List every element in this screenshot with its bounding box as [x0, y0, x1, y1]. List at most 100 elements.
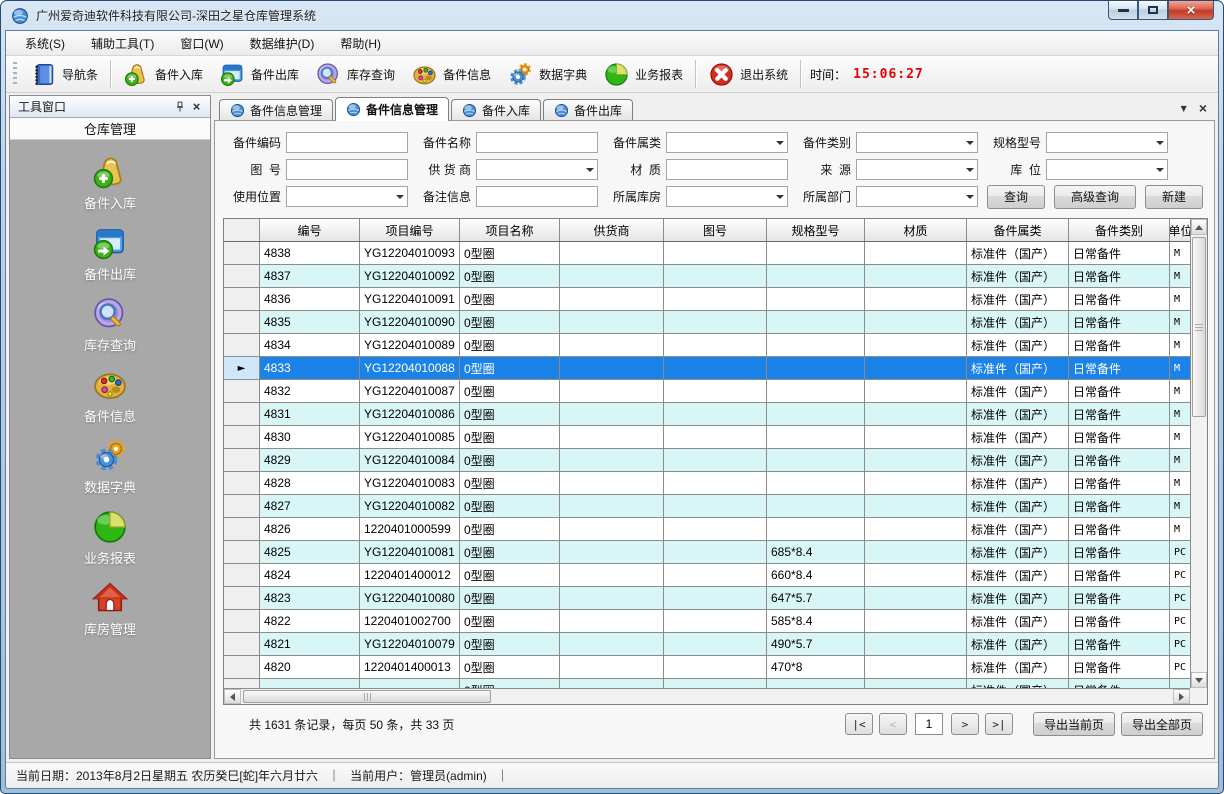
- table-cell[interactable]: [560, 587, 664, 609]
- table-cell[interactable]: [664, 242, 767, 264]
- export-current-page-button[interactable]: 导出当前页: [1033, 712, 1115, 736]
- table-cell[interactable]: [664, 495, 767, 517]
- toolbar-button-gears[interactable]: 数据字典: [499, 59, 595, 90]
- table-cell[interactable]: PC: [1170, 587, 1192, 609]
- table-cell[interactable]: M: [1170, 357, 1192, 379]
- table-cell[interactable]: [767, 426, 865, 448]
- table-cell[interactable]: 标准件（国产）: [967, 288, 1069, 310]
- menu-item[interactable]: 辅助工具(T): [80, 32, 165, 55]
- table-cell[interactable]: [560, 426, 664, 448]
- table-row[interactable]: 4823YG122040100800型圈647*5.7标准件（国产）日常备件PC: [224, 587, 1207, 610]
- table-cell[interactable]: [560, 380, 664, 402]
- tab-0[interactable]: 备件信息管理: [219, 99, 333, 121]
- table-cell[interactable]: 标准件（国产）: [967, 357, 1069, 379]
- combo-field[interactable]: [856, 132, 978, 153]
- minimize-button[interactable]: [1108, 1, 1138, 20]
- query-button[interactable]: 查询: [987, 185, 1045, 209]
- table-row[interactable]: 482612204010005990型圈标准件（国产）日常备件M: [224, 518, 1207, 541]
- table-cell[interactable]: YG12204010089: [360, 334, 460, 356]
- table-cell[interactable]: [560, 564, 664, 586]
- combo-field[interactable]: [1046, 132, 1168, 153]
- table-cell[interactable]: [767, 288, 865, 310]
- table-cell[interactable]: [560, 610, 664, 632]
- table-cell[interactable]: [865, 288, 967, 310]
- table-row[interactable]: 4827YG122040100820型圈标准件（国产）日常备件M: [224, 495, 1207, 518]
- column-header[interactable]: 备件类别: [1069, 219, 1170, 241]
- table-cell[interactable]: [560, 265, 664, 287]
- table-cell[interactable]: 490*5.7: [767, 633, 865, 655]
- table-cell[interactable]: 0型圈: [460, 288, 560, 310]
- table-cell[interactable]: 0型圈: [460, 518, 560, 540]
- table-cell[interactable]: YG12204010093: [360, 242, 460, 264]
- table-cell[interactable]: [560, 288, 664, 310]
- table-cell[interactable]: M: [1170, 311, 1192, 333]
- table-cell[interactable]: [865, 587, 967, 609]
- table-cell[interactable]: [865, 564, 967, 586]
- panel-close-icon[interactable]: ×: [188, 99, 205, 115]
- table-cell[interactable]: [767, 334, 865, 356]
- table-cell[interactable]: YG12204010086: [360, 403, 460, 425]
- table-cell[interactable]: 日常备件: [1069, 610, 1170, 632]
- table-cell[interactable]: 标准件（国产）: [967, 518, 1069, 540]
- sidebar-item-house[interactable]: 库房管理: [84, 579, 136, 638]
- table-cell[interactable]: YG12204010083: [360, 472, 460, 494]
- table-cell[interactable]: 4830: [260, 426, 360, 448]
- table-cell[interactable]: 4832: [260, 380, 360, 402]
- table-cell[interactable]: 4826: [260, 518, 360, 540]
- table-cell[interactable]: [664, 518, 767, 540]
- table-cell[interactable]: M: [1170, 449, 1192, 471]
- table-cell[interactable]: [865, 656, 967, 678]
- table-cell[interactable]: 4823: [260, 587, 360, 609]
- table-cell[interactable]: YG12204010081: [360, 541, 460, 563]
- table-cell[interactable]: 日常备件: [1069, 357, 1170, 379]
- table-cell[interactable]: 4825: [260, 541, 360, 563]
- table-row[interactable]: 4829YG122040100840型圈标准件（国产）日常备件M: [224, 449, 1207, 472]
- table-cell[interactable]: 标准件（国产）: [967, 587, 1069, 609]
- table-cell[interactable]: 685*8.4: [767, 541, 865, 563]
- vertical-scroll-thumb[interactable]: [1192, 237, 1206, 417]
- table-cell[interactable]: 0型圈: [460, 449, 560, 471]
- table-cell[interactable]: 标准件（国产）: [967, 656, 1069, 678]
- table-cell[interactable]: 0型圈: [460, 656, 560, 678]
- table-row[interactable]: 482012204014000130型圈470*8标准件（国产）日常备件PC: [224, 656, 1207, 679]
- table-cell[interactable]: YG12204010080: [360, 587, 460, 609]
- column-header[interactable]: 编号: [260, 219, 360, 241]
- table-cell[interactable]: YG12204010092: [360, 265, 460, 287]
- table-cell[interactable]: [865, 518, 967, 540]
- table-row[interactable]: 4830YG122040100850型圈标准件（国产）日常备件M: [224, 426, 1207, 449]
- combo-field[interactable]: [286, 186, 408, 207]
- table-cell[interactable]: [664, 403, 767, 425]
- table-row[interactable]: 4835YG122040100900型圈标准件（国产）日常备件M: [224, 311, 1207, 334]
- table-cell[interactable]: 日常备件: [1069, 495, 1170, 517]
- table-cell[interactable]: PC: [1170, 656, 1192, 678]
- table-cell[interactable]: 标准件（国产）: [967, 426, 1069, 448]
- table-cell[interactable]: [767, 311, 865, 333]
- table-row[interactable]: 482412204014000120型圈660*8.4标准件（国产）日常备件PC: [224, 564, 1207, 587]
- combo-field[interactable]: [476, 159, 598, 180]
- table-cell[interactable]: [865, 610, 967, 632]
- close-button[interactable]: ×: [1168, 1, 1214, 20]
- table-cell[interactable]: 0型圈: [460, 472, 560, 494]
- text-field[interactable]: [666, 159, 788, 180]
- table-cell[interactable]: 标准件（国产）: [967, 449, 1069, 471]
- horizontal-scroll-thumb[interactable]: [243, 690, 491, 703]
- tab-1[interactable]: 备件信息管理: [335, 97, 449, 121]
- table-cell[interactable]: [664, 288, 767, 310]
- table-cell[interactable]: [664, 587, 767, 609]
- table-cell[interactable]: 1220401000599: [360, 518, 460, 540]
- table-cell[interactable]: 标准件（国产）: [967, 265, 1069, 287]
- table-cell[interactable]: M: [1170, 403, 1192, 425]
- table-cell[interactable]: 4838: [260, 242, 360, 264]
- table-cell[interactable]: 4820: [260, 656, 360, 678]
- sidebar-group-header[interactable]: 仓库管理: [10, 118, 210, 140]
- sidebar-item-bag-in[interactable]: 备件入库: [84, 153, 136, 212]
- table-cell[interactable]: M: [1170, 495, 1192, 517]
- table-cell[interactable]: 0型圈: [460, 426, 560, 448]
- table-cell[interactable]: 日常备件: [1069, 380, 1170, 402]
- maximize-button[interactable]: [1138, 1, 1168, 20]
- last-page-button[interactable]: >|: [985, 713, 1013, 735]
- table-cell[interactable]: 4822: [260, 610, 360, 632]
- table-cell[interactable]: 日常备件: [1069, 518, 1170, 540]
- advanced-query-button[interactable]: 高级查询: [1054, 185, 1136, 209]
- table-cell[interactable]: 0型圈: [460, 610, 560, 632]
